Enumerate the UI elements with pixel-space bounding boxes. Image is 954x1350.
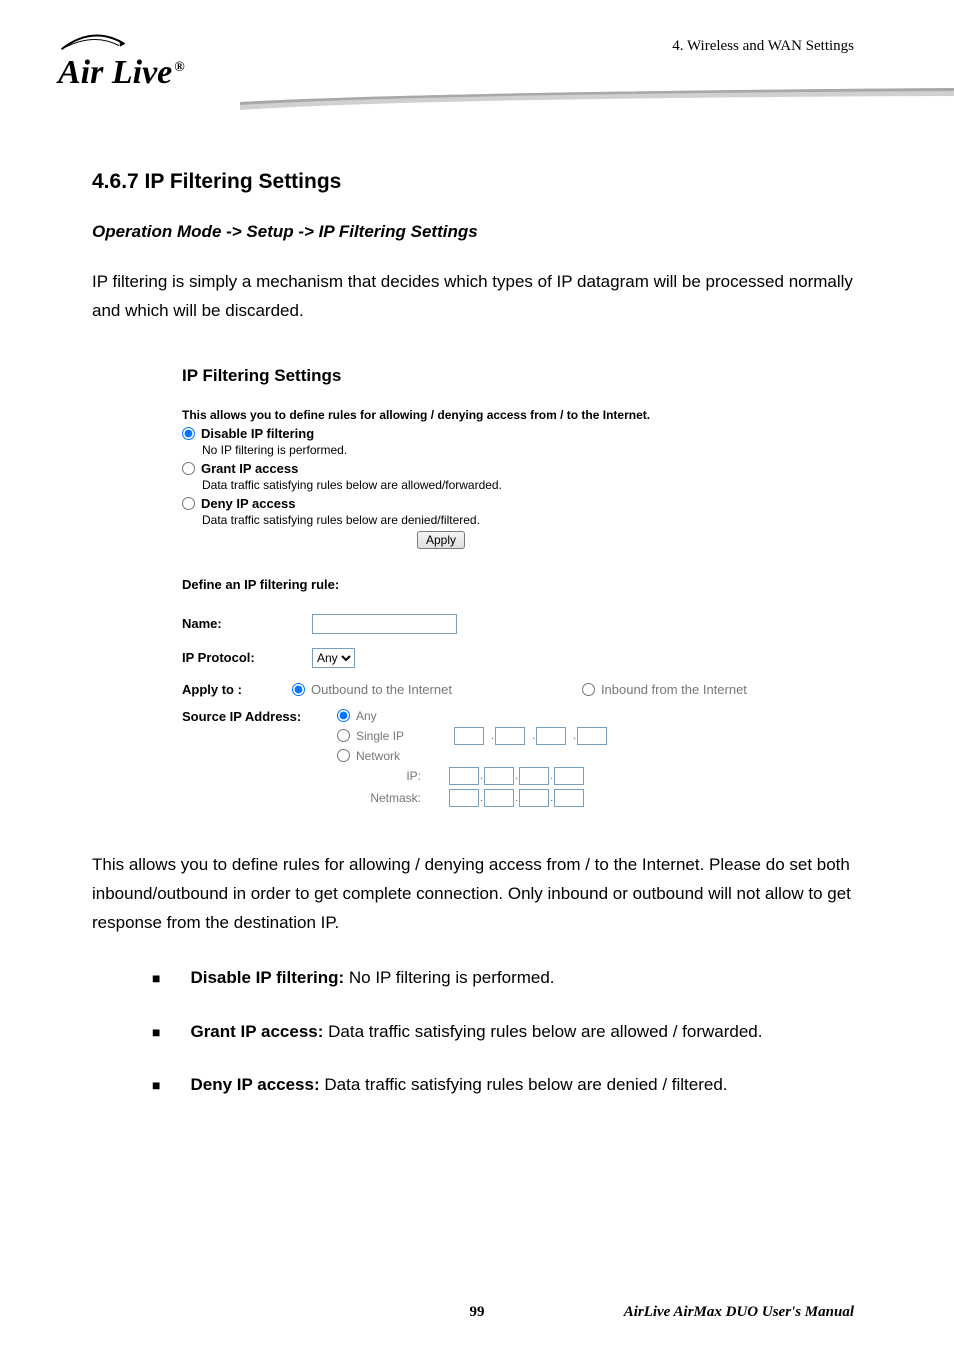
mode-disable-label: Disable IP filtering: [201, 426, 314, 441]
panel-intro: This allows you to define rules for allo…: [182, 408, 802, 422]
bullet-deny-title: Deny IP access:: [190, 1075, 319, 1094]
mode-grant-radio[interactable]: [182, 462, 195, 475]
src-single-radio[interactable]: [337, 729, 350, 742]
embedded-ui-screenshot: IP Filtering Settings This allows you to…: [182, 366, 802, 811]
mode-disable-row[interactable]: Disable IP filtering: [182, 426, 802, 441]
bullet-grant: ■ Grant IP access: Data traffic satisfyi…: [152, 1019, 864, 1045]
mode-grant-label: Grant IP access: [201, 461, 298, 476]
explanation-paragraph: This allows you to define rules for allo…: [92, 851, 864, 938]
network-mask-row: Netmask: . . .: [359, 789, 613, 807]
protocol-select[interactable]: Any: [312, 648, 355, 668]
outbound-radio[interactable]: [292, 683, 305, 696]
mask-octet-1[interactable]: [449, 789, 479, 807]
bullet-grant-rest: Data traffic satisfying rules below are …: [323, 1022, 762, 1041]
net-ip-octet-2[interactable]: [484, 767, 514, 785]
protocol-field-row: IP Protocol: Any: [182, 648, 802, 668]
src-any-option[interactable]: Any: [337, 709, 613, 723]
define-rule-heading: Define an IP filtering rule:: [182, 577, 802, 592]
page-header: Air Live® 4. Wireless and WAN Settings: [0, 0, 954, 120]
apply-button[interactable]: Apply: [417, 531, 465, 549]
src-any-radio[interactable]: [337, 709, 350, 722]
bullet-mark-icon: ■: [152, 1075, 160, 1096]
bullet-disable-title: Disable IP filtering:: [190, 968, 344, 987]
mode-grant-row[interactable]: Grant IP access: [182, 461, 802, 476]
panel-title: IP Filtering Settings: [182, 366, 802, 386]
network-ip-octets: . . .: [449, 767, 584, 785]
brand-name: Air Live®: [58, 54, 185, 92]
src-network-option[interactable]: Network: [337, 749, 613, 763]
source-ip-label: Source IP Address:: [182, 709, 337, 724]
brand-logo: Air Live®: [58, 30, 185, 92]
chapter-label: 4. Wireless and WAN Settings: [672, 38, 854, 55]
net-ip-octet-1[interactable]: [449, 767, 479, 785]
mode-deny-radio[interactable]: [182, 497, 195, 510]
network-ip-row: IP: . . .: [359, 767, 613, 785]
bullet-deny: ■ Deny IP access: Data traffic satisfyin…: [152, 1072, 864, 1098]
bullet-mark-icon: ■: [152, 1022, 160, 1043]
mask-octet-3[interactable]: [519, 789, 549, 807]
single-ip-octet-1[interactable]: [454, 727, 484, 745]
mode-deny-desc: Data traffic satisfying rules below are …: [202, 513, 802, 527]
network-mask-label: Netmask:: [359, 791, 421, 805]
intro-paragraph: IP filtering is simply a mechanism that …: [92, 268, 864, 326]
single-ip-octet-4[interactable]: [577, 727, 607, 745]
network-mask-octets: . . .: [449, 789, 584, 807]
inbound-label: Inbound from the Internet: [601, 682, 747, 697]
header-swoosh: [240, 88, 954, 112]
applyto-row: Apply to : Outbound to the Internet Inbo…: [182, 682, 802, 697]
network-ip-label: IP:: [359, 769, 421, 783]
src-network-radio[interactable]: [337, 749, 350, 762]
protocol-label: IP Protocol:: [182, 650, 312, 665]
src-network-label: Network: [356, 749, 400, 763]
single-ip-octet-3[interactable]: [536, 727, 566, 745]
name-input[interactable]: [312, 614, 457, 634]
mode-grant-desc: Data traffic satisfying rules below are …: [202, 478, 802, 492]
inbound-radio[interactable]: [582, 683, 595, 696]
source-ip-block: Source IP Address: Any Single IP . . .: [182, 709, 802, 811]
mask-octet-4[interactable]: [554, 789, 584, 807]
outbound-label: Outbound to the Internet: [311, 682, 452, 697]
name-field-row: Name:: [182, 614, 802, 634]
src-single-option[interactable]: Single IP . . .: [337, 727, 613, 745]
mode-disable-radio[interactable]: [182, 427, 195, 440]
bullet-disable: ■ Disable IP filtering: No IP filtering …: [152, 965, 864, 991]
bullet-list: ■ Disable IP filtering: No IP filtering …: [152, 965, 864, 1098]
manual-title: AirLive AirMax DUO User's Manual: [624, 1304, 854, 1321]
src-single-label: Single IP: [356, 729, 404, 743]
bullet-mark-icon: ■: [152, 968, 160, 989]
net-ip-octet-3[interactable]: [519, 767, 549, 785]
src-any-label: Any: [356, 709, 377, 723]
mode-deny-row[interactable]: Deny IP access: [182, 496, 802, 511]
mode-disable-desc: No IP filtering is performed.: [202, 443, 802, 457]
applyto-label: Apply to :: [182, 682, 292, 697]
outbound-option[interactable]: Outbound to the Internet: [292, 682, 452, 697]
bullet-deny-rest: Data traffic satisfying rules below are …: [320, 1075, 728, 1094]
single-ip-octets: . . .: [454, 727, 613, 745]
net-ip-octet-4[interactable]: [554, 767, 584, 785]
page-content: 4.6.7 IP Filtering Settings Operation Mo…: [0, 120, 954, 1098]
inbound-option[interactable]: Inbound from the Internet: [582, 682, 747, 697]
single-ip-octet-2[interactable]: [495, 727, 525, 745]
bullet-grant-title: Grant IP access:: [190, 1022, 323, 1041]
mask-octet-2[interactable]: [484, 789, 514, 807]
bullet-disable-rest: No IP filtering is performed.: [344, 968, 554, 987]
operation-path: Operation Mode -> Setup -> IP Filtering …: [92, 222, 864, 242]
mode-deny-label: Deny IP access: [201, 496, 295, 511]
section-heading: 4.6.7 IP Filtering Settings: [92, 170, 864, 194]
name-label: Name:: [182, 616, 312, 631]
logo-arc-icon: [58, 30, 128, 53]
